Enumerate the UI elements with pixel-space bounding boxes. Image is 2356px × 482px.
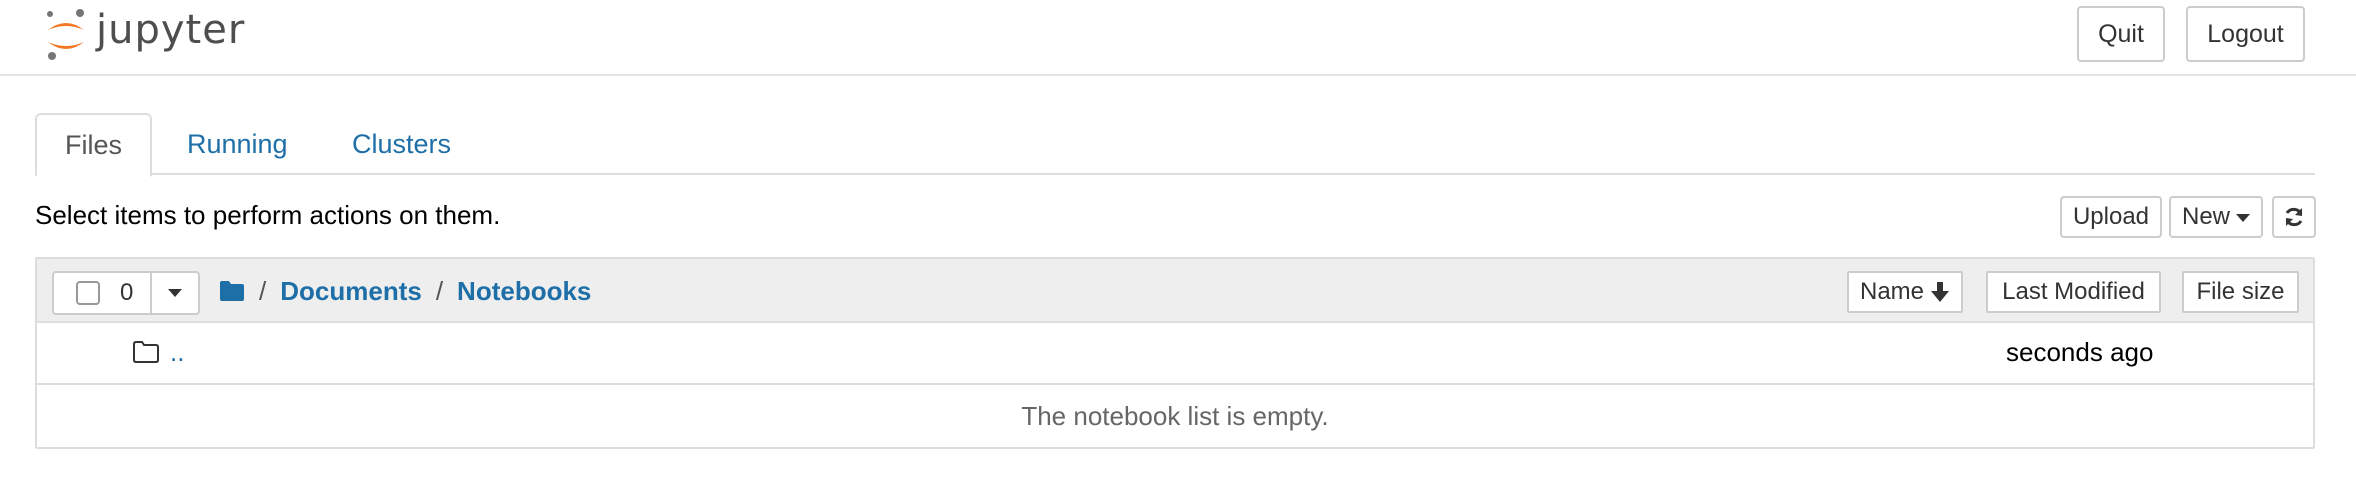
breadcrumb: / Documents / Notebooks bbox=[219, 271, 591, 311]
top-header: jupyter Quit Logout bbox=[0, 0, 2356, 76]
upload-button[interactable]: Upload bbox=[2060, 196, 2162, 238]
new-dropdown-button[interactable]: New bbox=[2169, 196, 2263, 238]
logout-button[interactable]: Logout bbox=[2186, 6, 2305, 62]
refresh-button[interactable] bbox=[2272, 196, 2316, 238]
column-name-label: Name bbox=[1859, 278, 1925, 305]
selection-message: Select items to perform actions on them. bbox=[35, 200, 501, 230]
folder-outline-icon bbox=[133, 341, 159, 363]
notebook-list: 0 / Documents / Notebooks Name Last Modi… bbox=[35, 257, 2315, 449]
sort-by-modified-button[interactable]: Last Modified bbox=[1986, 271, 2161, 313]
breadcrumb-separator: / bbox=[435, 275, 444, 306]
tab-running[interactable]: Running bbox=[187, 113, 288, 175]
list-item[interactable]: .. seconds ago bbox=[37, 323, 2313, 385]
quit-button[interactable]: Quit bbox=[2077, 6, 2165, 62]
refresh-icon bbox=[2285, 207, 2303, 227]
selected-count: 0 bbox=[120, 279, 134, 306]
breadcrumb-documents[interactable]: Documents bbox=[280, 276, 422, 307]
empty-list-message: The notebook list is empty. bbox=[1021, 400, 1329, 431]
select-options-dropdown[interactable] bbox=[152, 273, 198, 313]
tab-files[interactable]: Files bbox=[35, 113, 152, 177]
caret-down-icon bbox=[168, 289, 182, 297]
folder-icon[interactable] bbox=[219, 280, 245, 302]
logo-text: jupyter bbox=[96, 7, 246, 53]
breadcrumb-notebooks[interactable]: Notebooks bbox=[457, 276, 591, 307]
breadcrumb-separator: / bbox=[259, 275, 267, 306]
select-all-toggle[interactable]: 0 bbox=[54, 273, 152, 313]
tab-bar: Files Running Clusters bbox=[35, 113, 2315, 177]
tab-clusters[interactable]: Clusters bbox=[352, 113, 451, 175]
select-all-group: 0 bbox=[52, 271, 200, 315]
last-modified-value: seconds ago bbox=[2006, 337, 2154, 367]
sort-by-size-button[interactable]: File size bbox=[2182, 271, 2299, 313]
jupyter-logo[interactable]: jupyter bbox=[42, 4, 245, 64]
arrow-down-icon bbox=[1931, 282, 1950, 302]
select-all-checkbox[interactable] bbox=[76, 281, 100, 305]
new-button-label: New bbox=[2181, 203, 2230, 230]
jupyter-logo-icon bbox=[47, 9, 84, 60]
parent-directory-link[interactable]: .. bbox=[170, 337, 184, 368]
list-header: 0 / Documents / Notebooks Name Last Modi… bbox=[37, 259, 2313, 323]
sort-by-name-button[interactable]: Name bbox=[1847, 271, 1963, 313]
caret-down-icon bbox=[2236, 214, 2250, 222]
